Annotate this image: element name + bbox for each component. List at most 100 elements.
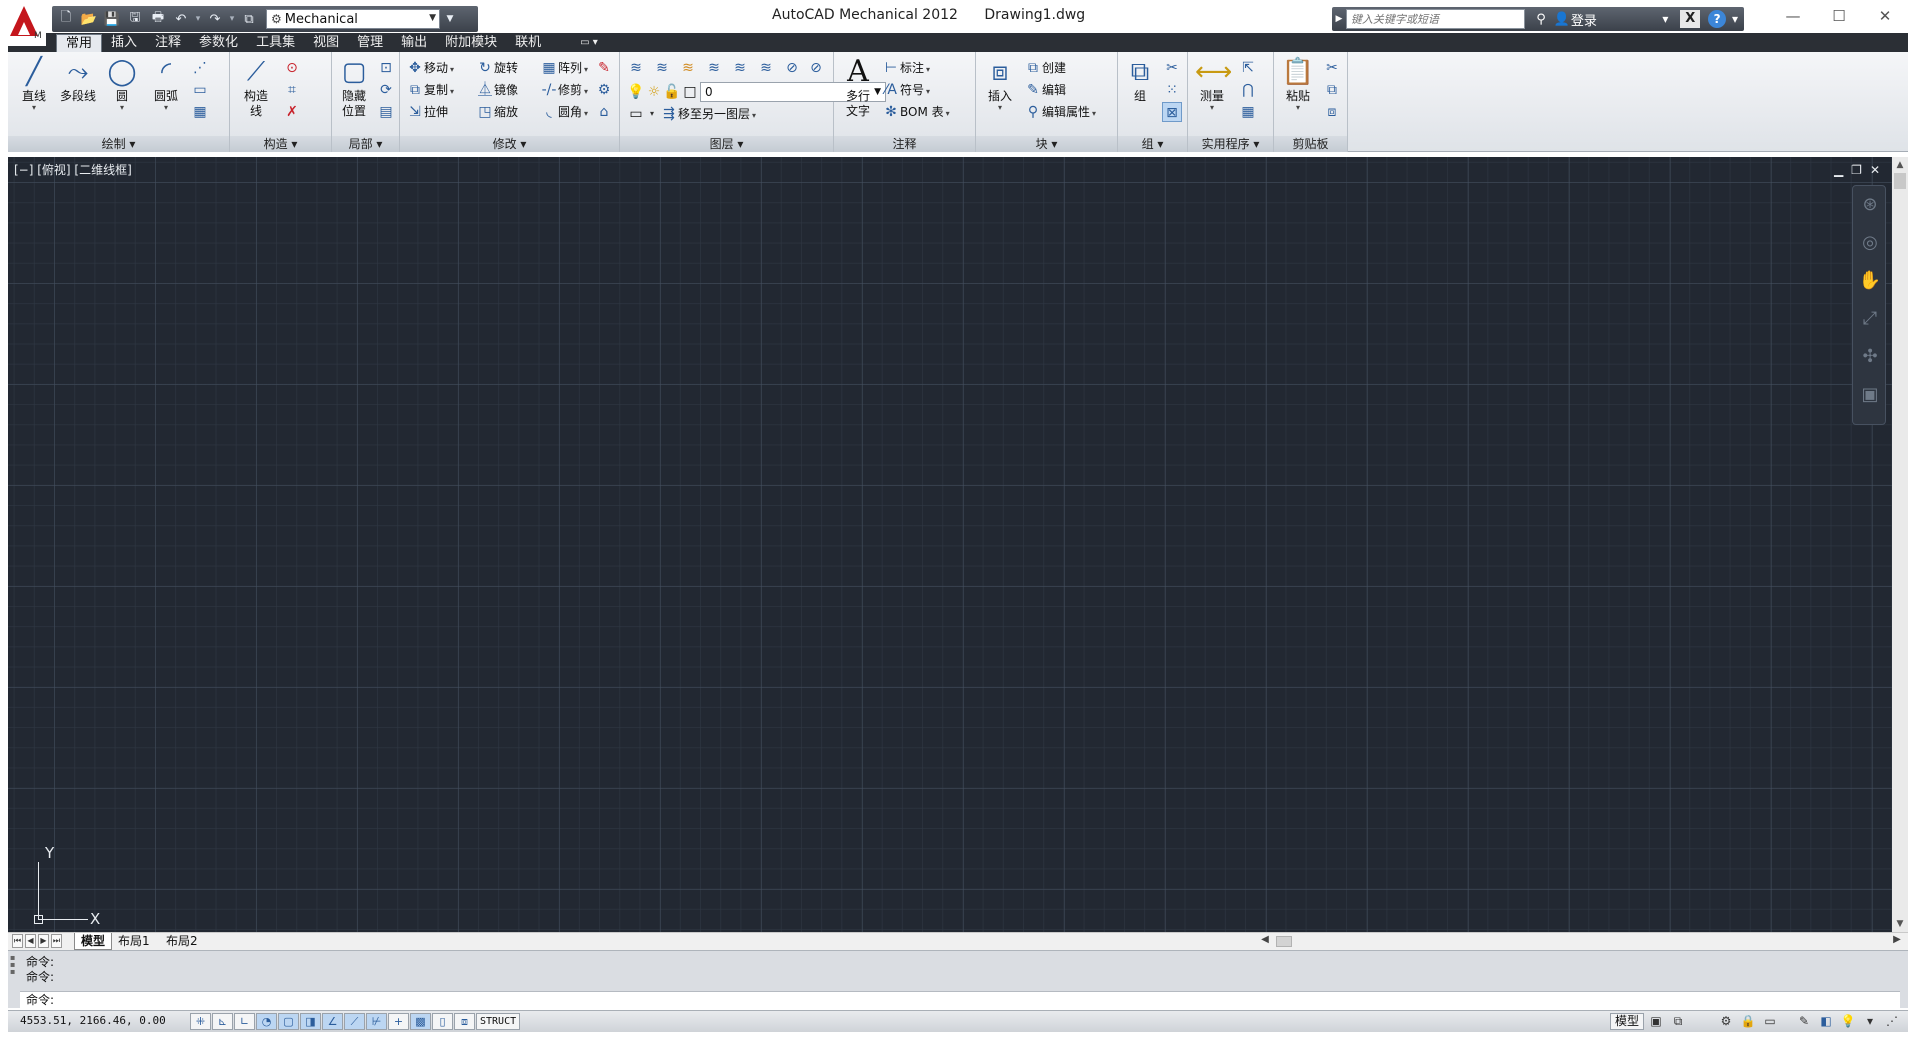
workspace-switching-icon[interactable]: ⚙ <box>1716 1013 1736 1030</box>
target-circle-icon[interactable]: ⊙ <box>282 58 302 78</box>
panel-modify-title[interactable]: 修改 ▾ <box>400 136 619 152</box>
layer-off-icon[interactable]: ≋ <box>756 58 776 78</box>
help-icon[interactable]: ? <box>1708 10 1727 28</box>
stretch-button[interactable]: ⇲ 拉伸 <box>406 102 448 122</box>
move-to-layer-button[interactable]: ⇶ 移至另一图层 ▾ <box>660 104 756 124</box>
isolate-objects-icon[interactable]: ◧ <box>1816 1013 1836 1030</box>
tab-addins[interactable]: 附加模块 <box>436 34 506 52</box>
panel-construct-title[interactable]: 构造 ▾ <box>230 136 331 152</box>
application-menu-button[interactable]: M <box>6 4 46 46</box>
annotation-monitor-icon[interactable]: ✎ <box>1794 1013 1814 1030</box>
viewport-restore-icon[interactable]: ❐ <box>1851 163 1862 177</box>
quick-view-layouts-icon[interactable]: ▣ <box>1646 1013 1666 1030</box>
struct-toggle[interactable]: STRUCT <box>476 1013 521 1030</box>
undo-dropdown-icon[interactable]: ▾ <box>194 14 202 24</box>
construction-line-icon[interactable]: ⋰ <box>190 58 210 78</box>
binoculars-icon[interactable]: ⚲ <box>1529 12 1553 27</box>
table-icon[interactable]: ▤ <box>376 102 396 122</box>
help-dropdown-icon[interactable]: ▾ <box>1726 12 1744 26</box>
quick-properties-icon[interactable]: ▯ <box>432 1013 453 1030</box>
hardware-acceleration-icon[interactable]: ▭ <box>1760 1013 1780 1030</box>
explode-icon[interactable]: ⚙ <box>594 80 614 100</box>
dynamic-input-icon[interactable]: ⊬ <box>366 1013 387 1030</box>
layer-isolate-icon[interactable]: ≋ <box>704 58 724 78</box>
panel-utilities-title[interactable]: 实用程序 ▾ <box>1188 136 1273 152</box>
scroll-down-icon[interactable]: ▼ <box>1892 916 1908 932</box>
detail-icon[interactable]: ⊡ <box>376 58 396 78</box>
model-space-button[interactable]: 模型 <box>1609 1013 1644 1030</box>
tab-parametric[interactable]: 参数化 <box>190 34 247 52</box>
ribbon-minimize-icon[interactable]: ▭ ▾ <box>580 34 598 52</box>
search-input[interactable] <box>1345 9 1526 29</box>
object-snap-tracking-icon[interactable]: ∠ <box>322 1013 343 1030</box>
plot-icon[interactable]: 🖶 <box>148 9 168 29</box>
array-button[interactable]: ▦ 阵列 ▾ <box>540 58 588 78</box>
command-input[interactable]: 命令: <box>20 991 1900 1008</box>
tab-home[interactable]: 常用 <box>56 34 103 52</box>
hscroll-thumb[interactable] <box>1276 936 1292 947</box>
fillet-button[interactable]: ◟ 圆角 ▾ <box>540 102 588 122</box>
ungroup-icon[interactable]: ✂ <box>1162 58 1182 78</box>
sun-icon[interactable]: ☼ <box>644 82 664 102</box>
maximize-icon[interactable]: ☐ <box>1816 4 1862 28</box>
clean-screen-icon[interactable]: ⋰ <box>1882 1013 1902 1030</box>
undo-icon[interactable]: ↶ <box>171 9 191 29</box>
scroll-up-icon[interactable]: ▲ <box>1892 157 1908 173</box>
edit-attributes-button[interactable]: ⚲ 编辑属性 ▾ <box>1024 102 1096 122</box>
hatch-icon[interactable]: ▦ <box>190 102 210 122</box>
orbit-icon[interactable]: ✣ <box>1853 338 1887 376</box>
last-layout-icon[interactable]: ⏭ <box>51 934 62 948</box>
paste-button[interactable]: 📋 粘贴 ▾ <box>1278 56 1318 112</box>
line-button[interactable]: ╱ 直线 ▾ <box>14 56 54 112</box>
signin-link[interactable]: 登录 <box>1571 10 1657 29</box>
panel-local-title[interactable]: 局部 ▾ <box>332 136 399 152</box>
cut-icon[interactable]: ✂ <box>1322 58 1342 78</box>
group-button[interactable]: ⧉ 组 <box>1120 56 1160 104</box>
panel-block-title[interactable]: 块 ▾ <box>976 136 1117 152</box>
coordinate-display[interactable]: 4553.51, 2166.46, 0.00 <box>20 1014 166 1027</box>
signin-dropdown-icon[interactable]: ▾ <box>1656 12 1674 26</box>
command-line-grip-icon[interactable]: ▪ ▪ ▪ <box>10 954 20 1006</box>
measure-button[interactable]: ⟷ 测量 ▾ <box>1192 56 1232 112</box>
rotate-button[interactable]: ↻ 旋转 <box>476 58 518 78</box>
layer-unlock-icon[interactable]: ⊘ <box>806 58 826 78</box>
viewport-close-icon[interactable]: ✕ <box>1870 163 1880 177</box>
tab-toolset[interactable]: 工具集 <box>247 34 304 52</box>
trim-button[interactable]: -/- 修剪 ▾ <box>540 80 588 100</box>
layer-state-icon[interactable]: ≋ <box>652 58 672 78</box>
exchange-apps-icon[interactable]: X <box>1680 10 1701 28</box>
grid-display-icon[interactable]: ⊾ <box>212 1013 233 1030</box>
workspace-switch-icon[interactable]: ⧉ <box>239 9 259 29</box>
color-swatch-icon[interactable]: □ <box>680 82 700 102</box>
hide-situation-button[interactable]: ▢ 隐藏 位置 <box>334 56 374 119</box>
first-layout-icon[interactable]: ⏮ <box>12 934 23 948</box>
viewport-controls-label[interactable]: [−] [俯视] [二维线框] <box>14 161 132 178</box>
panel-annotation-title[interactable]: 注释 <box>834 136 975 152</box>
group-edit-icon[interactable]: ⁙ <box>1162 80 1182 100</box>
save-icon[interactable]: 💾 <box>102 9 122 29</box>
bom-button[interactable]: ✻ BOM 表 ▾ <box>882 102 950 122</box>
pan-icon[interactable]: ✋ <box>1853 262 1887 300</box>
expand-search-icon[interactable]: ▶ <box>1332 14 1346 24</box>
lightbulb-status-icon[interactable]: 💡 <box>1838 1013 1858 1030</box>
scale-button[interactable]: ◳ 缩放 <box>476 102 518 122</box>
redo-icon[interactable]: ↷ <box>205 9 225 29</box>
tab-layout2[interactable]: 布局2 <box>160 933 204 950</box>
3d-object-snap-icon[interactable]: ◨ <box>300 1013 321 1030</box>
prev-layout-icon[interactable]: ◀ <box>25 934 36 948</box>
dynamic-ucs-icon[interactable]: ⟋ <box>344 1013 365 1030</box>
status-menu-icon[interactable]: ▾ <box>1860 1013 1880 1030</box>
selection-cycling-icon[interactable]: ⧈ <box>454 1013 475 1030</box>
tab-layout1[interactable]: 布局1 <box>112 933 156 950</box>
open-file-icon[interactable]: 📂 <box>79 9 99 29</box>
frame-icon[interactable]: ⌗ <box>282 80 302 100</box>
tab-insert[interactable]: 插入 <box>102 34 146 52</box>
copy-clip-icon[interactable]: ⧉ <box>1322 80 1342 100</box>
polar-tracking-icon[interactable]: ◔ <box>256 1013 277 1030</box>
quick-view-drawings-icon[interactable]: ⧉ <box>1668 1013 1688 1030</box>
tab-annotate[interactable]: 注释 <box>146 34 190 52</box>
drawing-canvas[interactable]: [−] [俯视] [二维线框] ▁ ❐ ✕ ⊛ ◎ ✋ ⤢ ✣ ▣ Y X <box>8 157 1892 932</box>
calculator-icon[interactable]: ▦ <box>1238 102 1258 122</box>
rectangle-icon[interactable]: ▭ <box>190 80 210 100</box>
arc-button[interactable]: ◜ 圆弧 ▾ <box>146 56 186 112</box>
